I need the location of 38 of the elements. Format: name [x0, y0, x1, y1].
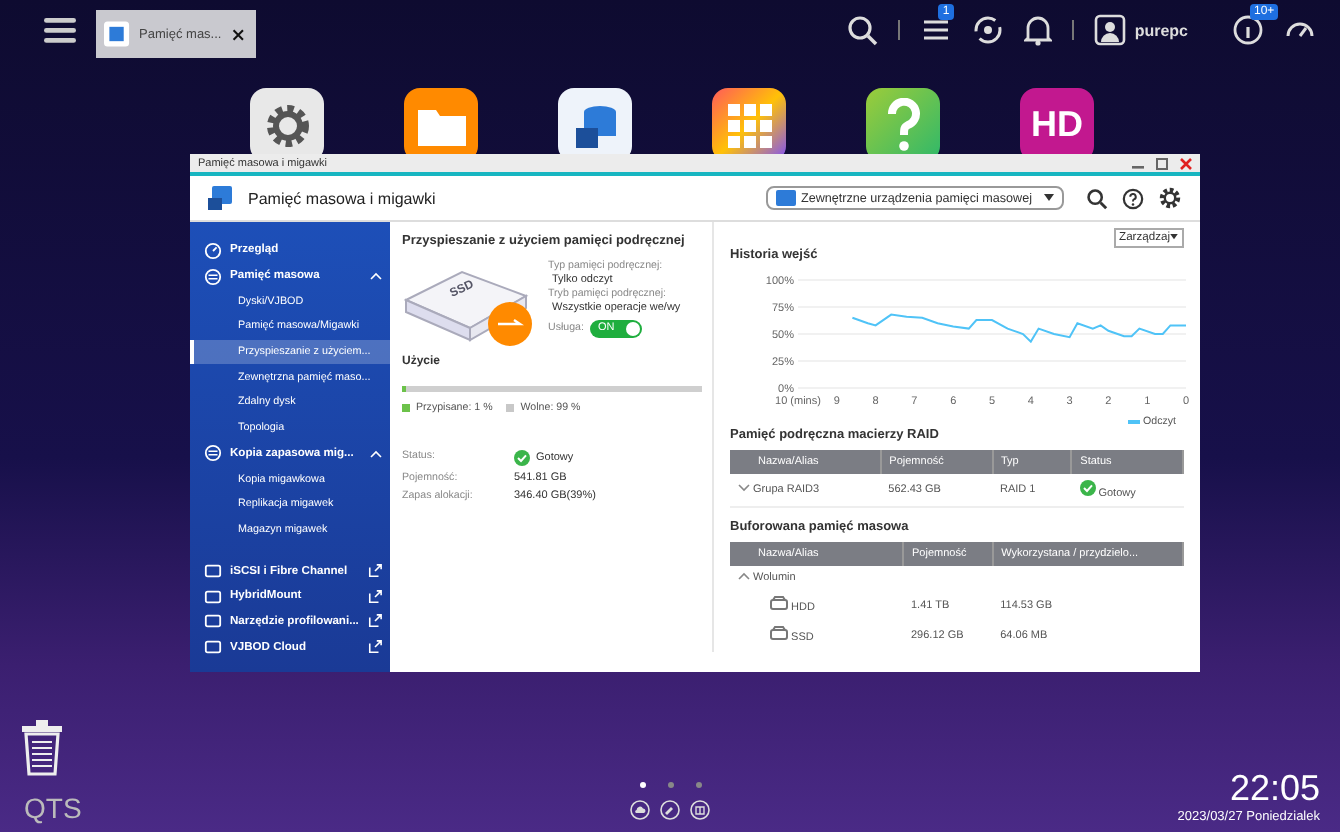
external-link-icon: [368, 640, 382, 655]
help-icon[interactable]: [1122, 187, 1144, 209]
page-dot[interactable]: [695, 782, 701, 788]
external-link-icon: [368, 614, 382, 629]
os-logo: QTS: [24, 792, 82, 824]
sync-icon[interactable]: [972, 14, 1005, 46]
maximize-icon[interactable]: [1156, 157, 1168, 169]
search-icon[interactable]: [1086, 187, 1108, 209]
gauge-icon: [204, 241, 222, 260]
user-icon[interactable]: [1094, 14, 1127, 46]
page-dot[interactable]: [639, 782, 645, 788]
book-icon[interactable]: [690, 800, 710, 820]
username[interactable]: purepc: [1134, 21, 1188, 39]
close-icon[interactable]: [231, 27, 244, 41]
page-dot[interactable]: [667, 782, 673, 788]
settings-icon[interactable]: [1158, 186, 1182, 210]
info-icon[interactable]: [1232, 14, 1264, 46]
chevron-up-icon: [370, 272, 382, 281]
storage-app-icon: [206, 184, 234, 212]
trash-icon[interactable]: [20, 720, 64, 776]
caret-icon: [1170, 234, 1178, 240]
chevron-down-icon: [738, 484, 750, 492]
chevron-up-icon: [738, 572, 750, 580]
drive-icon: [775, 190, 795, 206]
check-icon: [1079, 480, 1096, 496]
caret-icon: [1044, 194, 1054, 202]
search-icon[interactable]: [846, 14, 879, 46]
drive-icon: [770, 596, 788, 610]
check-icon: [514, 450, 530, 466]
menu-icon[interactable]: [44, 16, 76, 44]
clock-time: 22:05: [1229, 768, 1320, 810]
bell-icon[interactable]: [1024, 14, 1053, 46]
drive-icon: [770, 626, 788, 640]
app-title: Pamięć masowa i migawki: [248, 189, 436, 207]
chevron-up-icon: [370, 449, 382, 458]
storage-app-icon: [104, 20, 130, 48]
external-link-icon: [368, 564, 382, 579]
external-link-icon: [368, 589, 382, 604]
